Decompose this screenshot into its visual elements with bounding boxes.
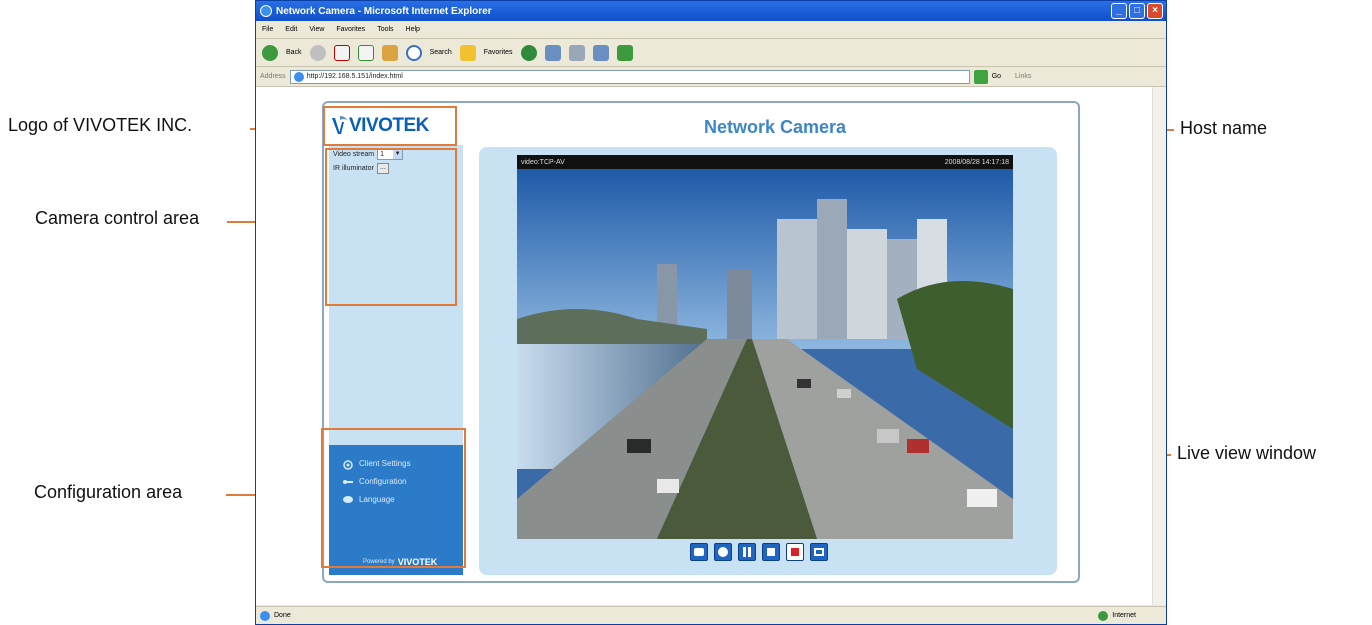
page-icon bbox=[293, 71, 304, 82]
page-status-icon bbox=[260, 610, 270, 621]
config-highlight-box bbox=[321, 428, 466, 568]
close-button[interactable]: × bbox=[1147, 3, 1163, 19]
status-right: Internet bbox=[1112, 612, 1136, 619]
back-label[interactable]: Back bbox=[286, 49, 302, 56]
menu-favorites[interactable]: Favorites bbox=[336, 26, 365, 33]
menu-help[interactable]: Help bbox=[406, 26, 420, 33]
ie-icon bbox=[260, 5, 272, 17]
edit-icon[interactable] bbox=[592, 44, 609, 61]
menu-view[interactable]: View bbox=[309, 26, 324, 33]
forward-icon[interactable] bbox=[309, 44, 326, 61]
menu-edit[interactable]: Edit bbox=[285, 26, 297, 33]
menu-file[interactable]: File bbox=[262, 26, 273, 33]
callout-config: Configuration area bbox=[34, 482, 183, 502]
stop-page-icon[interactable] bbox=[333, 44, 350, 61]
search-label[interactable]: Search bbox=[430, 49, 452, 56]
address-bar: Address http://192.168.5.151/index.html … bbox=[256, 67, 1166, 87]
digital-zoom-icon[interactable] bbox=[714, 543, 732, 561]
fullscreen-icon[interactable] bbox=[810, 543, 828, 561]
browser-toolbar: Back Search Favorites bbox=[256, 39, 1166, 67]
callout-camera-control: Camera control area bbox=[35, 208, 200, 228]
links-label[interactable]: Links bbox=[1015, 73, 1031, 80]
refresh-icon[interactable] bbox=[357, 44, 374, 61]
back-icon[interactable] bbox=[262, 44, 278, 61]
status-bar: Done Internet bbox=[256, 606, 1166, 624]
menu-bar: File Edit View Favorites Tools Help bbox=[256, 21, 1166, 39]
record-icon[interactable] bbox=[786, 543, 804, 561]
window-title: Network Camera - Microsoft Internet Expl… bbox=[276, 5, 492, 17]
host-name: Network Camera bbox=[704, 117, 847, 137]
address-label: Address bbox=[260, 73, 286, 80]
stop-icon[interactable] bbox=[762, 543, 780, 561]
address-field[interactable]: http://192.168.5.151/index.html bbox=[289, 69, 970, 84]
callout-live-view: Live view window bbox=[1177, 443, 1317, 463]
callout-logo: Logo of VIVOTEK INC. bbox=[8, 115, 193, 135]
vertical-scrollbar[interactable] bbox=[1152, 87, 1166, 605]
internet-zone-icon bbox=[1098, 610, 1109, 621]
go-icon[interactable] bbox=[973, 69, 988, 84]
maximize-button[interactable]: □ bbox=[1129, 3, 1145, 19]
messenger-icon[interactable] bbox=[616, 44, 633, 61]
menu-tools[interactable]: Tools bbox=[377, 26, 393, 33]
video-info-bar: video:TCP-AV 2008/08/28 14:17:18 bbox=[517, 155, 1013, 169]
snapshot-icon[interactable] bbox=[690, 543, 708, 561]
camera-control-highlight-box bbox=[325, 148, 457, 306]
zone-indicator: Internet bbox=[1098, 610, 1136, 621]
video-controls bbox=[690, 543, 828, 561]
live-view-panel: video:TCP-AV 2008/08/28 14:17:18 bbox=[479, 147, 1057, 575]
favorites-icon[interactable] bbox=[459, 44, 476, 61]
live-view-window[interactable]: video:TCP-AV 2008/08/28 14:17:18 bbox=[517, 155, 1013, 539]
favorites-label[interactable]: Favorites bbox=[484, 49, 513, 56]
logo-highlight-box bbox=[323, 106, 457, 146]
home-icon[interactable] bbox=[381, 44, 398, 61]
minimize-button[interactable]: _ bbox=[1111, 3, 1127, 19]
print-icon[interactable] bbox=[568, 44, 585, 61]
video-frame bbox=[517, 169, 1013, 539]
title-bar: Network Camera - Microsoft Internet Expl… bbox=[256, 1, 1166, 21]
callout-host-name: Host name bbox=[1180, 118, 1268, 138]
pause-icon[interactable] bbox=[738, 543, 756, 561]
media-icon[interactable] bbox=[520, 44, 537, 61]
search-icon[interactable] bbox=[405, 44, 422, 61]
stream-info: video:TCP-AV bbox=[521, 158, 565, 166]
mail-icon[interactable] bbox=[544, 44, 561, 61]
go-label[interactable]: Go bbox=[992, 73, 1001, 80]
video-timestamp: 2008/08/28 14:17:18 bbox=[944, 158, 1009, 166]
address-value: http://192.168.5.151/index.html bbox=[306, 73, 403, 80]
status-left: Done bbox=[274, 612, 291, 619]
